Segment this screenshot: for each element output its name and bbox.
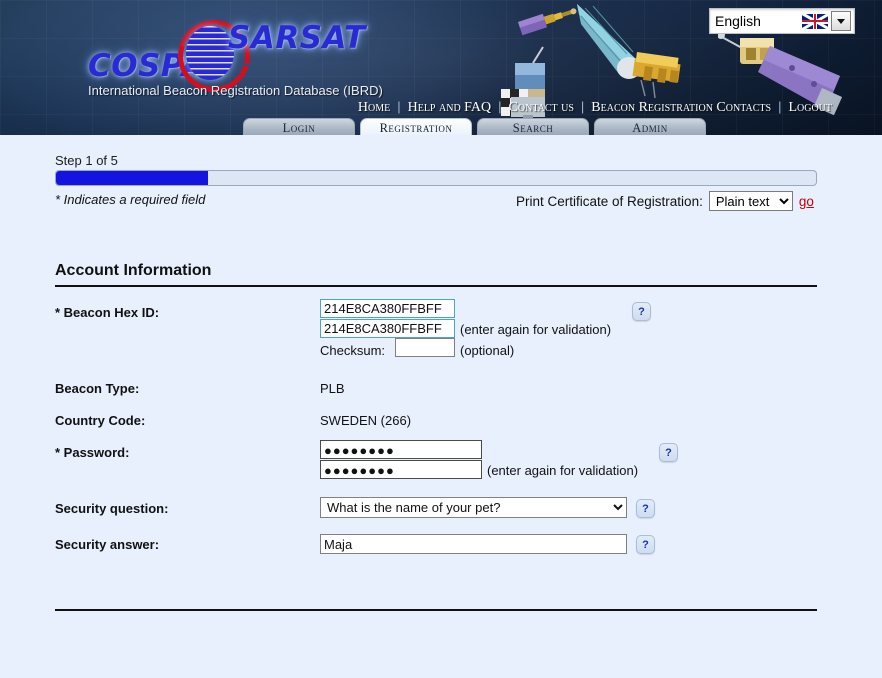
- label-security-question: Security question:: [55, 501, 169, 516]
- checksum-optional-note: (optional): [460, 343, 515, 358]
- section-title-account-information: Account Information: [55, 262, 817, 287]
- question-mark-icon-beacon-hex-id[interactable]: ?: [632, 302, 651, 321]
- nav-separator: |: [498, 99, 502, 114]
- print-format-select[interactable]: Plain textPDFHTML: [708, 191, 793, 211]
- site-subtitle: International Beacon Registration Databa…: [88, 83, 383, 98]
- language-selected-label: English: [715, 13, 761, 29]
- required-field-note: * Indicates a required field: [55, 192, 206, 207]
- print-certificate-label: Print Certificate of Registration:: [516, 193, 703, 209]
- site-header: COSPAS SARSAT International Beacon Regis…: [0, 0, 882, 135]
- satellite-large-icon: [577, 4, 681, 99]
- nav-separator: |: [397, 99, 401, 114]
- uk-flag-icon: [802, 13, 828, 29]
- cospas-sarsat-logo: COSPAS SARSAT: [88, 6, 365, 106]
- question-mark-icon-security-question[interactable]: ?: [636, 499, 655, 518]
- print-go-link[interactable]: go: [799, 194, 814, 209]
- value-beacon-type: PLB: [320, 381, 345, 396]
- nav-link-help-and-faq[interactable]: Help and FAQ: [406, 100, 494, 115]
- beacon-hex-id-input[interactable]: [320, 299, 455, 318]
- logo-word-sarsat: SARSAT: [228, 20, 366, 56]
- tab-admin[interactable]: Admin: [594, 118, 706, 135]
- label-checksum: Checksum:: [320, 343, 386, 358]
- question-mark-icon-password[interactable]: ?: [659, 443, 678, 462]
- label-security-answer: Security answer:: [55, 537, 160, 552]
- nav-link-beacon-registration-contacts[interactable]: Beacon Registration Contacts: [589, 100, 773, 115]
- progress-bar-fill: [56, 171, 208, 185]
- progress-bar: [55, 170, 817, 186]
- value-country-code: SWEDEN (266): [320, 413, 412, 428]
- password-confirm-input[interactable]: ●●●●●●●●: [320, 460, 482, 479]
- label-password: * Password:: [55, 445, 130, 460]
- password-input[interactable]: ●●●●●●●●: [320, 440, 482, 459]
- chevron-down-icon[interactable]: [831, 11, 851, 31]
- beacon-hex-id-confirm-input[interactable]: [320, 319, 455, 338]
- tab-search[interactable]: Search: [477, 118, 589, 135]
- language-selector[interactable]: English: [709, 8, 855, 34]
- step-indicator: Step 1 of 5: [55, 153, 118, 168]
- nav-separator: |: [580, 99, 585, 114]
- tab-registration[interactable]: Registration: [360, 118, 472, 135]
- footer-divider: [55, 609, 817, 611]
- tab-login[interactable]: Login: [243, 118, 355, 135]
- security-answer-input[interactable]: [320, 534, 627, 554]
- label-beacon-hex-id: * Beacon Hex ID:: [55, 305, 160, 320]
- nav-link-home[interactable]: Home: [356, 100, 392, 115]
- top-navigation: Home | Help and FAQ | Contact us | Beacon Regi…: [0, 98, 882, 118]
- nav-link-logout[interactable]: Logout: [786, 100, 834, 115]
- question-mark-icon-security-answer[interactable]: ?: [636, 535, 655, 554]
- main-tabs: Login Registration Search Admin: [243, 118, 706, 135]
- security-question-select[interactable]: What is the name of your pet?What is you…: [320, 497, 627, 518]
- password-confirm-note: (enter again for validation): [487, 463, 639, 478]
- page-root: COSPAS SARSAT International Beacon Regis…: [0, 0, 882, 678]
- nav-separator: |: [778, 99, 782, 114]
- beacon-hex-id-confirm-note: (enter again for validation): [460, 322, 612, 337]
- print-certificate-row: Print Certificate of Registration: Plain…: [516, 191, 814, 211]
- label-beacon-type: Beacon Type:: [55, 381, 140, 396]
- checksum-input[interactable]: [395, 338, 455, 357]
- main-content: Step 1 of 5 * Indicates a required field…: [0, 135, 882, 678]
- label-country-code: Country Code:: [55, 413, 146, 428]
- nav-link-contact-us[interactable]: Contact us: [507, 100, 576, 115]
